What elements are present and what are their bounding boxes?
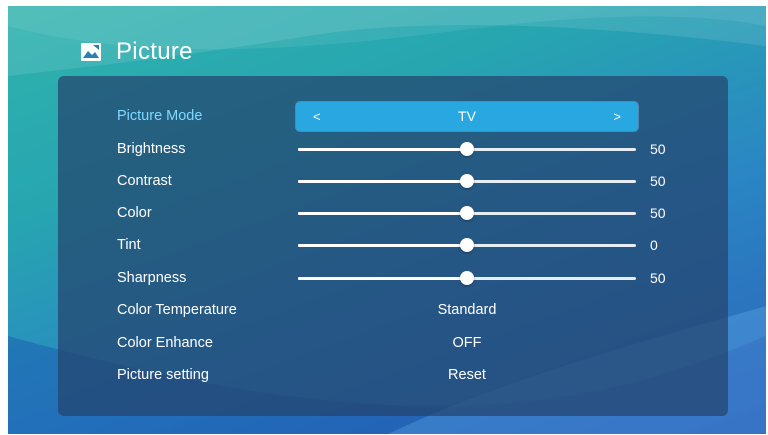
picture-mode-label: Picture Mode: [117, 108, 203, 124]
sharpness-slider[interactable]: [298, 271, 636, 285]
color-value: 50: [650, 205, 666, 221]
picture-setting-row[interactable]: Picture setting Reset: [58, 359, 728, 391]
picture-settings-screen: Picture Picture Mode < TV > Brightness 5…: [8, 6, 766, 434]
tint-row[interactable]: Tint 0: [58, 229, 728, 261]
tint-value: 0: [650, 237, 658, 253]
page-title: Picture: [116, 38, 193, 65]
sharpness-label: Sharpness: [117, 270, 187, 286]
brightness-value: 50: [650, 141, 666, 157]
slider-knob[interactable]: [460, 206, 474, 220]
picture-mode-row[interactable]: Picture Mode < TV >: [58, 100, 728, 132]
contrast-slider[interactable]: [298, 174, 636, 188]
slider-knob[interactable]: [460, 271, 474, 285]
contrast-row[interactable]: Contrast 50: [58, 165, 728, 197]
color-temperature-label: Color Temperature: [117, 302, 237, 318]
slider-fill: [298, 277, 467, 280]
next-mode-arrow[interactable]: >: [613, 102, 621, 131]
brightness-label: Brightness: [117, 141, 186, 157]
color-enhance-row[interactable]: Color Enhance OFF: [58, 327, 728, 359]
slider-knob[interactable]: [460, 174, 474, 188]
picture-mode-selector[interactable]: < TV >: [296, 102, 638, 131]
slider-fill: [298, 180, 467, 183]
sharpness-row[interactable]: Sharpness 50: [58, 262, 728, 294]
reset-button[interactable]: Reset: [296, 359, 638, 391]
slider-knob[interactable]: [460, 238, 474, 252]
brightness-row[interactable]: Brightness 50: [58, 133, 728, 165]
tint-slider[interactable]: [298, 238, 636, 252]
color-label: Color: [117, 205, 152, 221]
slider-knob[interactable]: [460, 142, 474, 156]
tint-label: Tint: [117, 237, 141, 253]
color-slider[interactable]: [298, 206, 636, 220]
settings-panel: Picture Mode < TV > Brightness 50 Contra…: [58, 76, 728, 416]
contrast-value: 50: [650, 173, 666, 189]
brightness-slider[interactable]: [298, 142, 636, 156]
contrast-label: Contrast: [117, 173, 172, 189]
sharpness-value: 50: [650, 270, 666, 286]
picture-setting-label: Picture setting: [117, 367, 209, 383]
picture-mode-value: TV: [458, 108, 476, 124]
slider-fill: [298, 148, 467, 151]
picture-icon: [80, 42, 102, 62]
color-row[interactable]: Color 50: [58, 197, 728, 229]
slider-fill: [298, 212, 467, 215]
slider-fill: [298, 244, 467, 247]
color-temperature-value[interactable]: Standard: [296, 294, 638, 326]
color-enhance-value[interactable]: OFF: [296, 327, 638, 359]
color-temperature-row[interactable]: Color Temperature Standard: [58, 294, 728, 326]
color-enhance-label: Color Enhance: [117, 335, 213, 351]
page-header: Picture: [80, 38, 193, 66]
